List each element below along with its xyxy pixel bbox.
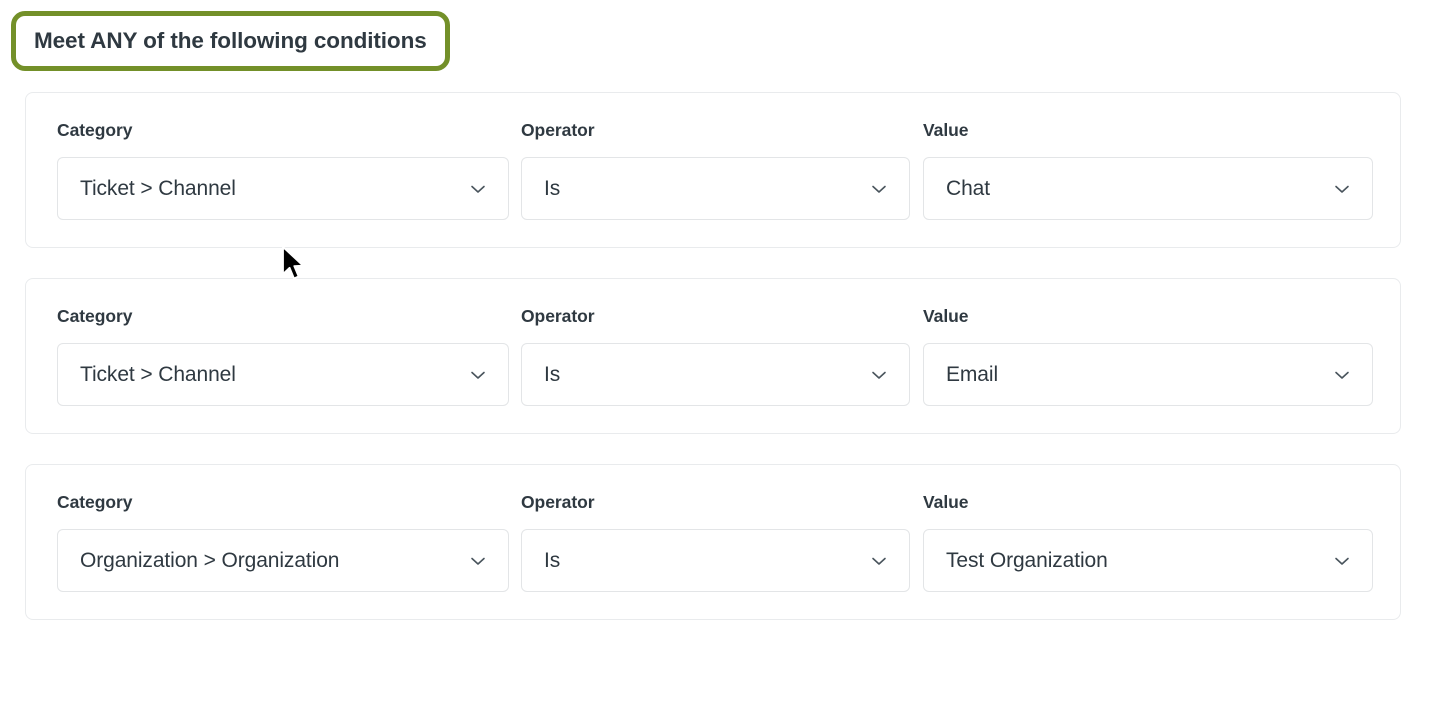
operator-select[interactable]: Is: [521, 343, 910, 406]
category-select[interactable]: Organization > Organization: [57, 529, 509, 592]
chevron-down-icon: [467, 550, 489, 572]
operator-label: Operator: [521, 120, 923, 141]
operator-select[interactable]: Is: [521, 157, 910, 220]
match-type-pill[interactable]: Meet ANY of the following conditions: [11, 11, 450, 71]
condition-row: Category Ticket > Channel Operator Is: [26, 120, 1400, 220]
operator-select-value: Is: [544, 549, 560, 573]
value-field: Value Chat: [923, 120, 1373, 220]
chevron-down-icon: [467, 364, 489, 386]
value-select-value: Chat: [946, 177, 990, 201]
category-field: Category Organization > Organization: [57, 492, 521, 592]
operator-field: Operator Is: [521, 492, 923, 592]
condition-card: Category Ticket > Channel Operator Is: [25, 92, 1401, 248]
match-type-label: Meet ANY of the following conditions: [34, 28, 427, 54]
category-label: Category: [57, 120, 521, 141]
chevron-down-icon: [868, 550, 890, 572]
conditions-list: Category Ticket > Channel Operator Is: [25, 92, 1401, 650]
operator-select[interactable]: Is: [521, 529, 910, 592]
category-select-value: Organization > Organization: [80, 549, 339, 573]
category-select-value: Ticket > Channel: [80, 177, 236, 201]
value-label: Value: [923, 306, 1373, 327]
chevron-down-icon: [868, 364, 890, 386]
value-select-value: Test Organization: [946, 549, 1108, 573]
operator-label: Operator: [521, 492, 923, 513]
condition-card: Category Organization > Organization Ope…: [25, 464, 1401, 620]
value-field: Value Email: [923, 306, 1373, 406]
operator-label: Operator: [521, 306, 923, 327]
chevron-down-icon: [467, 178, 489, 200]
condition-row: Category Organization > Organization Ope…: [26, 492, 1400, 592]
condition-card: Category Ticket > Channel Operator Is: [25, 278, 1401, 434]
category-select[interactable]: Ticket > Channel: [57, 343, 509, 406]
value-label: Value: [923, 120, 1373, 141]
operator-select-value: Is: [544, 177, 560, 201]
chevron-down-icon: [1331, 178, 1353, 200]
chevron-down-icon: [1331, 364, 1353, 386]
value-label: Value: [923, 492, 1373, 513]
operator-field: Operator Is: [521, 120, 923, 220]
value-select[interactable]: Email: [923, 343, 1373, 406]
operator-select-value: Is: [544, 363, 560, 387]
category-select-value: Ticket > Channel: [80, 363, 236, 387]
category-field: Category Ticket > Channel: [57, 306, 521, 406]
value-field: Value Test Organization: [923, 492, 1373, 592]
category-label: Category: [57, 492, 521, 513]
chevron-down-icon: [1331, 550, 1353, 572]
conditions-header: Meet ANY of the following conditions: [11, 11, 450, 71]
operator-field: Operator Is: [521, 306, 923, 406]
value-select[interactable]: Chat: [923, 157, 1373, 220]
condition-row: Category Ticket > Channel Operator Is: [26, 306, 1400, 406]
category-field: Category Ticket > Channel: [57, 120, 521, 220]
category-label: Category: [57, 306, 521, 327]
chevron-down-icon: [868, 178, 890, 200]
category-select[interactable]: Ticket > Channel: [57, 157, 509, 220]
value-select[interactable]: Test Organization: [923, 529, 1373, 592]
value-select-value: Email: [946, 363, 998, 387]
